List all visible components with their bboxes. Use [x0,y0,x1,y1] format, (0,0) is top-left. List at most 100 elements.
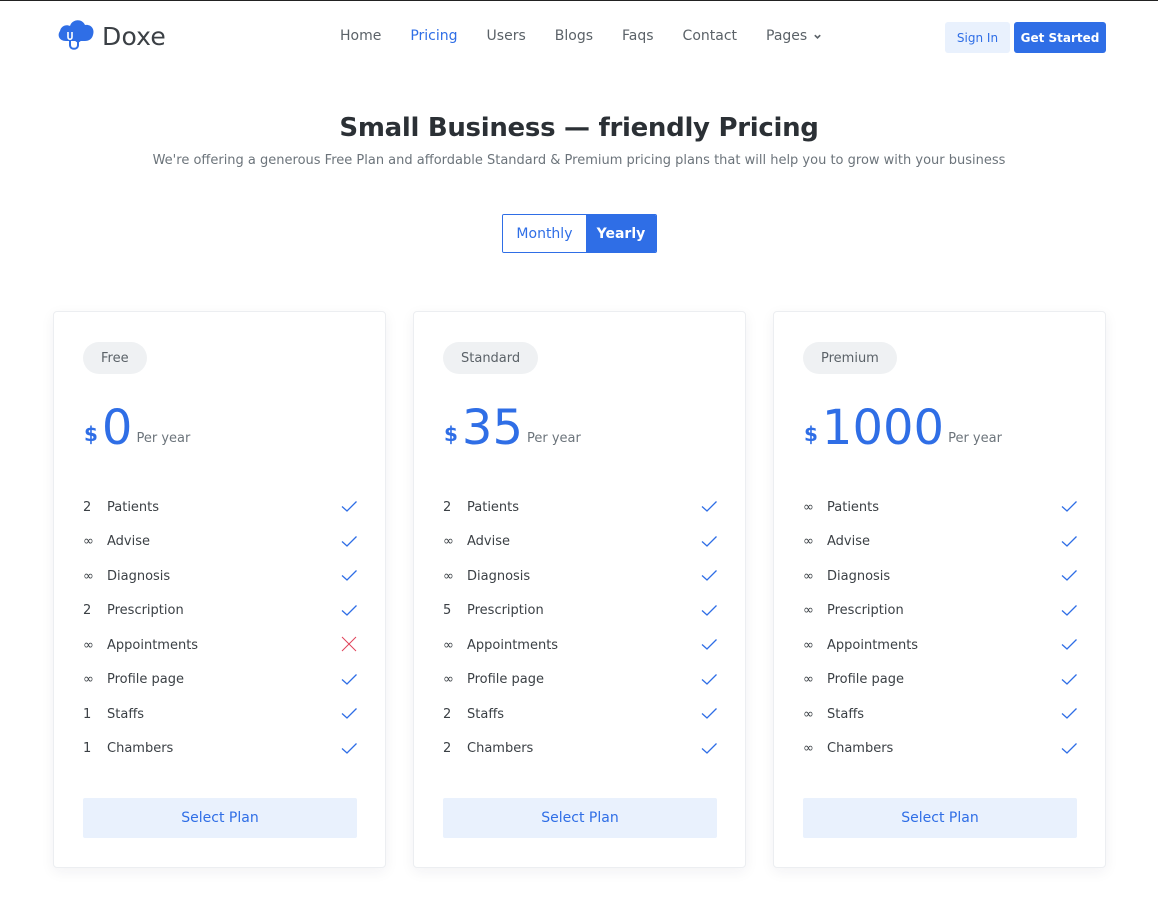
feature-label: Appointments [827,637,919,653]
nav-pricing[interactable]: Pricing [410,28,457,44]
feature-count: ∞ [803,603,814,619]
feature-item: ∞ Diagnosis [443,559,718,594]
site-header: Doxe Home Pricing Users Blogs Faqs Conta… [0,1,1158,73]
select-plan-button[interactable]: Select Plan [443,798,717,838]
feature-label: Staffs [467,706,505,722]
plan-badge: Premium [803,342,897,374]
sign-in-button[interactable]: Sign In [945,22,1010,53]
check-icon [701,639,717,650]
pricing-card-free: Free $ 0 Per year 2 Patients ∞ Advise ∞ … [53,311,386,868]
nav-home[interactable]: Home [340,28,381,44]
feature-label: Prescription [827,603,904,619]
brand-name: Doxe [102,21,166,51]
feature-label: Profile page [107,672,185,688]
check-icon [341,501,357,512]
feature-list: 2 Patients ∞ Advise ∞ Diagnosis 5 Prescr… [443,490,718,766]
select-plan-button[interactable]: Select Plan [803,798,1077,838]
yearly-toggle-button[interactable]: Yearly [585,215,656,252]
feature-label: Patients [467,499,520,515]
cloud-stethoscope-icon [58,20,94,50]
feature-item: ∞ Diagnosis [803,559,1078,594]
feature-item: ∞ Prescription [803,594,1078,629]
feature-label: Advise [107,534,150,550]
feature-item: 2 Staffs [443,697,718,732]
feature-count: ∞ [803,637,814,653]
pricing-card-standard: Standard $ 35 Per year 2 Patients ∞ Advi… [413,311,746,868]
feature-label: Prescription [467,603,544,619]
feature-count: 1 [83,706,92,722]
feature-item: 2 Patients [443,490,718,525]
feature-count: ∞ [83,637,94,653]
feature-item: 5 Prescription [443,594,718,629]
check-icon [1061,742,1077,754]
feature-item: 2 Chambers [443,732,718,767]
feature-item: ∞ Profile page [443,663,718,698]
feature-item: ∞ Staffs [803,697,1078,732]
nav-users[interactable]: Users [487,28,526,44]
check-icon [1061,673,1077,685]
logo[interactable]: Doxe [56,15,166,57]
feature-label: Appointments [107,637,199,653]
feature-label: Profile page [467,672,545,688]
feature-item: 1 Staffs [83,697,358,732]
feature-item: ∞ Appointments [803,628,1078,663]
page-title: Small Business — friendly Pricing [339,113,819,143]
feature-count: ∞ [803,568,814,584]
check-icon [1061,570,1077,581]
check-icon [701,570,717,581]
price-amount: 35 [461,400,523,456]
pricing-card-premium: Premium $ 1000 Per year ∞ Patients ∞ Adv… [773,311,1106,868]
feature-count: ∞ [443,534,454,550]
feature-label: Advise [467,534,510,550]
plan-price: $ 35 Per year [444,400,581,456]
feature-item: ∞ Chambers [803,732,1078,767]
select-plan-button[interactable]: Select Plan [83,798,357,838]
feature-item: ∞ Diagnosis [83,559,358,594]
feature-label: Advise [827,534,870,550]
check-icon [341,673,357,685]
feature-count: ∞ [83,672,94,688]
check-icon [701,673,717,685]
plan-price: $ 1000 Per year [804,400,1002,456]
nav-pages[interactable]: Pages [766,28,822,44]
feature-label: Staffs [107,706,145,722]
price-amount: 1000 [821,400,945,456]
chevron-down-icon [814,34,821,39]
nav-contact[interactable]: Contact [683,28,737,44]
feature-label: Diagnosis [827,568,891,584]
feature-count: 2 [443,741,452,757]
feature-count: 5 [443,603,452,619]
feature-label: Chambers [467,741,534,757]
nav-blogs[interactable]: Blogs [555,28,593,44]
price-currency: $ [84,422,98,446]
feature-item: 2 Patients [83,490,358,525]
monthly-toggle-button[interactable]: Monthly [503,215,586,252]
price-currency: $ [444,422,458,446]
check-icon [341,708,357,719]
feature-count: ∞ [443,568,454,584]
feature-label: Prescription [107,603,184,619]
page-subtitle: We're offering a generous Free Plan and … [152,153,1006,168]
plan-badge: Free [83,342,147,374]
price-amount: 0 [101,400,133,456]
check-icon [701,742,717,754]
feature-label: Patients [827,499,880,515]
feature-item: 2 Prescription [83,594,358,629]
nav-pages-label: Pages [766,28,808,44]
price-period: Per year [136,431,191,446]
cross-icon [341,636,357,652]
check-icon [341,604,357,616]
feature-count: ∞ [803,534,814,550]
feature-count: ∞ [443,672,454,688]
feature-count: 1 [83,741,92,757]
nav-faqs[interactable]: Faqs [622,28,654,44]
feature-count: ∞ [803,672,814,688]
feature-count: 2 [83,603,92,619]
check-icon [701,535,717,547]
main-nav: Home Pricing Users Blogs Faqs Contact Pa… [340,28,851,44]
feature-count: ∞ [803,499,814,515]
get-started-button[interactable]: Get Started [1014,22,1106,53]
feature-item: ∞ Profile page [83,663,358,698]
feature-item: ∞ Advise [443,525,718,560]
plan-badge: Standard [443,342,539,374]
